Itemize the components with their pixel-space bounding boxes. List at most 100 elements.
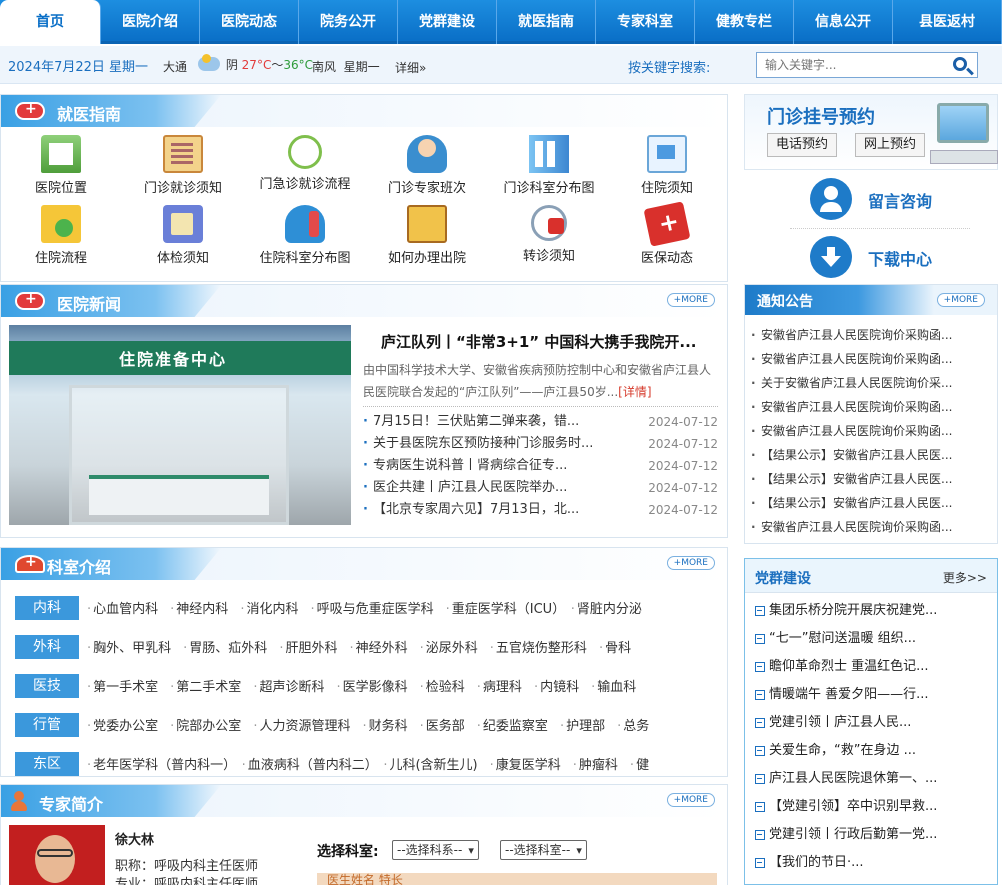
- notice-item[interactable]: 关于安徽省庐江县人民医院询价采...: [751, 371, 991, 395]
- expert-name[interactable]: 徐大林: [115, 829, 154, 848]
- dept-link[interactable]: 五官烧伤整形科: [490, 641, 587, 656]
- dept-link[interactable]: 肝胆外科: [279, 641, 337, 656]
- news-list-item[interactable]: 7月15日！三伏贴第二弹来袭，错... 2024-07-12: [363, 411, 718, 433]
- dept-link[interactable]: 消化内科: [240, 602, 298, 617]
- dept-link[interactable]: 总务: [617, 719, 649, 734]
- dept-link[interactable]: 医学影像科: [336, 680, 407, 695]
- dept-link[interactable]: 康复医学科: [490, 758, 561, 773]
- consult-link[interactable]: 留言咨询: [744, 170, 998, 226]
- notice-item[interactable]: 安徽省庐江县人民医院询价采购函...: [751, 419, 991, 443]
- news-headline[interactable]: 庐江队列丨“非常3+1” 中国科大携手我院开...: [381, 331, 711, 352]
- dept-link[interactable]: 儿科(含新生儿): [383, 758, 477, 773]
- guide-item[interactable]: 住院科室分布图: [245, 205, 365, 266]
- notice-more-button[interactable]: +MORE: [936, 293, 985, 307]
- notice-item[interactable]: 安徽省庐江县人民医院询价采购函...: [751, 515, 991, 539]
- news-photo[interactable]: 住院准备中心: [9, 325, 351, 525]
- download-link[interactable]: 下载中心: [744, 228, 998, 284]
- dept-link[interactable]: 党委办公室: [87, 719, 158, 734]
- guide-item[interactable]: 如何办理出院: [367, 205, 487, 266]
- dept-link[interactable]: 检验科: [420, 680, 465, 695]
- nav-item-1[interactable]: 医院介绍: [101, 0, 200, 44]
- dept-link[interactable]: 超声诊断科: [253, 680, 324, 695]
- notice-item[interactable]: 【结果公示】安徽省庐江县人民医...: [751, 443, 991, 467]
- select-dept-dropdown[interactable]: --选择科室--: [500, 840, 587, 860]
- party-item[interactable]: 庐江县人民医院退休第一、...: [753, 765, 989, 793]
- nav-item-8[interactable]: 信息公开: [794, 0, 893, 44]
- guide-item[interactable]: 住院流程: [1, 205, 121, 266]
- guide-item[interactable]: 门急诊就诊流程: [245, 135, 365, 192]
- dept-link[interactable]: 人力资源管理科: [253, 719, 350, 734]
- news-list-item[interactable]: 专病医生说科普丨肾病综合征专... 2024-07-12: [363, 455, 718, 477]
- dept-link[interactable]: 肿瘤科: [573, 758, 618, 773]
- nav-item-9[interactable]: 县医返村: [893, 0, 1002, 44]
- dept-link[interactable]: 骨科: [599, 641, 631, 656]
- weather-detail-link[interactable]: 详细»: [395, 59, 426, 76]
- dept-link[interactable]: 第一手术室: [87, 680, 158, 695]
- party-item[interactable]: 集团乐桥分院开展庆祝建党...: [753, 597, 989, 625]
- party-item[interactable]: 情暖端午 善爱夕阳——行...: [753, 681, 989, 709]
- dept-link[interactable]: 病理科: [477, 680, 522, 695]
- dept-link[interactable]: 神经内科: [170, 602, 228, 617]
- dept-category-tag[interactable]: 内科: [15, 596, 79, 620]
- dept-category-tag[interactable]: 东区: [15, 752, 79, 776]
- nav-item-3[interactable]: 院务公开: [299, 0, 398, 44]
- nav-item-5[interactable]: 就医指南: [497, 0, 596, 44]
- phone-appointment-button[interactable]: 电话预约: [767, 133, 838, 157]
- guide-item[interactable]: 医保动态: [607, 201, 727, 266]
- dept-link[interactable]: 财务科: [362, 719, 407, 734]
- search-icon[interactable]: [953, 57, 967, 71]
- party-item[interactable]: 【党建引领】卒中识别早救...: [753, 793, 989, 821]
- guide-item[interactable]: 医院位置: [1, 135, 121, 196]
- news-list-item[interactable]: 医企共建丨庐江县人民医院举办... 2024-07-12: [363, 477, 718, 499]
- news-list-item[interactable]: 关于县医院东区预防接种门诊服务时... 2024-07-12: [363, 433, 718, 455]
- nav-item-4[interactable]: 党群建设: [398, 0, 497, 44]
- dept-link[interactable]: 输血科: [591, 680, 636, 695]
- guide-item[interactable]: 住院须知: [607, 135, 727, 196]
- nav-item-7[interactable]: 健教专栏: [695, 0, 794, 44]
- dept-link[interactable]: 第二手术室: [170, 680, 241, 695]
- notice-item[interactable]: 【结果公示】安徽省庐江县人民医...: [751, 467, 991, 491]
- party-item[interactable]: 【我们的节日·...: [753, 849, 989, 877]
- party-item[interactable]: 关爱生命，“救”在身边 ...: [753, 737, 989, 765]
- guide-item[interactable]: 门诊科室分布图: [489, 135, 609, 196]
- dept-link[interactable]: 内镜科: [534, 680, 579, 695]
- dept-category-tag[interactable]: 医技: [15, 674, 79, 698]
- dept-category-tag[interactable]: 行管: [15, 713, 79, 737]
- dept-more-button[interactable]: +MORE: [666, 556, 715, 570]
- dept-link[interactable]: 心血管内科: [87, 602, 158, 617]
- news-detail-link[interactable]: [详情]: [618, 385, 651, 399]
- dept-link[interactable]: 护理部: [560, 719, 605, 734]
- news-more-button[interactable]: +MORE: [666, 293, 715, 307]
- dept-link[interactable]: 院部办公室: [170, 719, 241, 734]
- guide-item[interactable]: 转诊须知: [489, 205, 609, 264]
- dept-link[interactable]: 医务部: [420, 719, 465, 734]
- dept-link[interactable]: 神经外科: [349, 641, 407, 656]
- notice-item[interactable]: 安徽省庐江县人民医院询价采购函...: [751, 323, 991, 347]
- party-more-link[interactable]: 更多>>: [943, 569, 987, 586]
- dept-link[interactable]: 健: [630, 758, 649, 773]
- guide-item[interactable]: 门诊专家班次: [367, 135, 487, 196]
- search-input[interactable]: [757, 53, 937, 77]
- notice-item[interactable]: 安徽省庐江县人民医院询价采购函...: [751, 395, 991, 419]
- dept-category-tag[interactable]: 外科: [15, 635, 79, 659]
- dept-link[interactable]: 泌尿外科: [420, 641, 478, 656]
- select-faculty-dropdown[interactable]: --选择科系--: [392, 840, 479, 860]
- dept-link[interactable]: 胸外、甲乳科: [87, 641, 171, 656]
- guide-item[interactable]: 门诊就诊须知: [123, 135, 243, 196]
- dept-link[interactable]: 胃肠、疝外科: [183, 641, 267, 656]
- party-item[interactable]: 瞻仰革命烈士 重温红色记...: [753, 653, 989, 681]
- dept-link[interactable]: 纪委监察室: [477, 719, 548, 734]
- online-appointment-button[interactable]: 网上预约: [855, 133, 926, 157]
- expert-more-button[interactable]: +MORE: [666, 793, 715, 807]
- nav-item-2[interactable]: 医院动态: [200, 0, 299, 44]
- dept-link[interactable]: 重症医学科（ICU）: [446, 602, 559, 617]
- party-item[interactable]: “七一”慰问送温暖 组织...: [753, 625, 989, 653]
- party-item[interactable]: 党建引领丨行政后勤第一党...: [753, 821, 989, 849]
- notice-item[interactable]: 安徽省庐江县人民医院询价采购函...: [751, 347, 991, 371]
- dept-link[interactable]: 血液病科（普内科二）: [242, 758, 372, 773]
- expert-photo[interactable]: [9, 825, 105, 885]
- nav-item-0[interactable]: 首页: [0, 0, 101, 44]
- notice-item[interactable]: 【结果公示】安徽省庐江县人民医...: [751, 491, 991, 515]
- dept-link[interactable]: 肾脏内分泌: [571, 602, 642, 617]
- nav-item-6[interactable]: 专家科室: [596, 0, 695, 44]
